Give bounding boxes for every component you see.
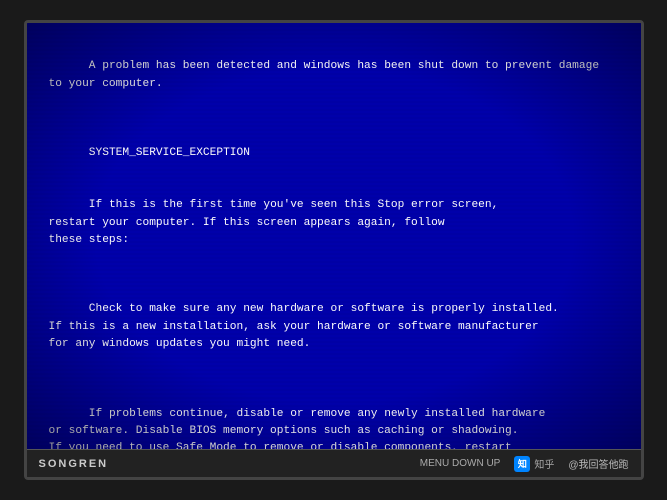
brand-label: SONGREN xyxy=(39,458,109,470)
monitor-frame: A problem has been detected and windows … xyxy=(24,20,644,480)
bsod-line4: Check to make sure any new hardware or s… xyxy=(49,303,559,350)
bsod-line3: If this is the first time you've seen th… xyxy=(49,199,499,246)
menu-label: MENU DOWN UP xyxy=(420,458,501,469)
zhihu-badge: 知 知乎 xyxy=(514,456,554,472)
monitor-bottom-bar: SONGREN MENU DOWN UP 知 知乎 @我回答他跑 xyxy=(27,449,641,477)
bsod-content: A problem has been detected and windows … xyxy=(49,41,619,449)
zhihu-icon: 知 xyxy=(514,456,530,472)
user-tag: @我回答他跑 xyxy=(568,456,628,471)
bottom-right-info: MENU DOWN UP 知 知乎 @我回答他跑 xyxy=(420,456,629,472)
bsod-line1: A problem has been detected and windows … xyxy=(49,60,600,89)
bsod-line5: If problems continue, disable or remove … xyxy=(49,408,546,449)
bsod-line2: SYSTEM_SERVICE_EXCEPTION xyxy=(89,147,250,159)
platform-label: 知乎 xyxy=(534,456,554,471)
bsod-screen: A problem has been detected and windows … xyxy=(27,23,641,449)
